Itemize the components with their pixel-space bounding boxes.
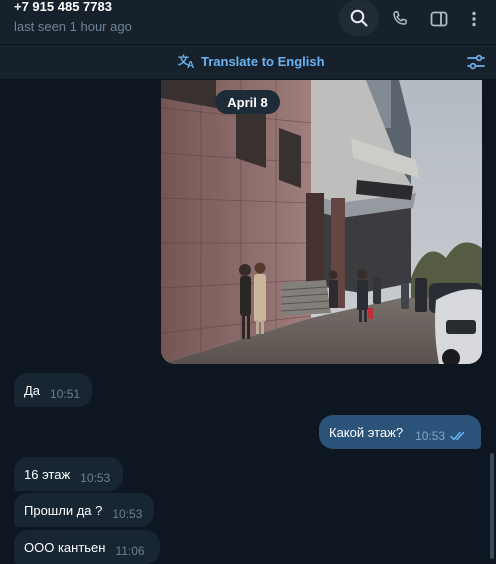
message-text: Какой этаж? xyxy=(329,424,404,440)
contact-status: last seen 1 hour ago xyxy=(14,19,132,34)
sidebar-toggle-button[interactable] xyxy=(420,2,458,36)
message-bubble[interactable]: Да 10:51 xyxy=(14,373,92,407)
message-time: 10:53 xyxy=(80,471,111,485)
more-menu-button[interactable] xyxy=(455,2,493,36)
svg-text:A: A xyxy=(187,60,194,69)
message-text: Да xyxy=(24,382,41,398)
sidebar-panel-icon xyxy=(430,11,448,27)
more-vertical-icon xyxy=(472,11,476,27)
message-time: 10:51 xyxy=(50,387,81,401)
message-time: 10:53 xyxy=(112,507,143,521)
message-bubble[interactable]: 16 этаж 10:53 xyxy=(14,457,123,491)
photo-message[interactable] xyxy=(161,68,482,364)
double-check-read-icon xyxy=(450,431,465,441)
message-time: 11:06 xyxy=(115,544,145,558)
date-separator: April 8 xyxy=(215,90,280,114)
translate-icon: 文 A xyxy=(178,53,194,69)
message-text: ООО кантьен xyxy=(24,539,106,555)
street-building-photo xyxy=(161,68,482,364)
search-button[interactable] xyxy=(339,0,379,36)
message-text: 16 этаж xyxy=(24,466,71,482)
chat-scrollbar[interactable] xyxy=(490,453,494,559)
phone-icon xyxy=(393,11,407,25)
message-bubble-outgoing[interactable]: Какой этаж? 10:53 xyxy=(319,415,481,449)
call-button[interactable] xyxy=(381,2,419,36)
message-text: Прошли да ? xyxy=(24,502,103,518)
message-time: 10:53 xyxy=(415,429,446,443)
translate-settings-icon[interactable] xyxy=(466,52,486,72)
contact-name[interactable]: +7 915 485 7783 xyxy=(14,0,112,14)
translate-bar: 文 A Translate to English xyxy=(0,45,496,80)
translate-label: Translate to English xyxy=(201,53,325,69)
message-bubble[interactable]: Прошли да ? 10:53 xyxy=(14,493,154,527)
translate-button[interactable]: 文 A Translate to English xyxy=(178,53,325,69)
search-icon xyxy=(350,9,368,27)
chat-header: +7 915 485 7783 last seen 1 hour ago xyxy=(0,0,496,45)
